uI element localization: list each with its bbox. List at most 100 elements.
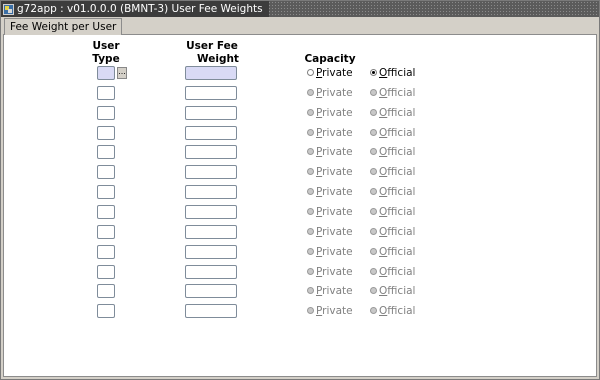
user-fee-weight-field[interactable] xyxy=(185,66,237,80)
capacity-private-label: Private xyxy=(316,305,353,317)
capacity-official-radio[interactable] xyxy=(370,109,377,116)
user-type-field[interactable] xyxy=(97,185,115,199)
capacity-official-label: Official xyxy=(379,87,416,99)
capacity-private-radio[interactable] xyxy=(307,69,314,76)
capacity-private-radio[interactable] xyxy=(307,228,314,235)
capacity-private-radio[interactable] xyxy=(307,307,314,314)
capacity-official-label: Official xyxy=(379,186,416,198)
user-type-field[interactable] xyxy=(97,225,115,239)
capacity-official-radio[interactable] xyxy=(370,248,377,255)
capacity-private-label: Private xyxy=(316,146,353,158)
table-row: Private Official xyxy=(4,106,596,121)
capacity-official-label: Official xyxy=(379,305,416,317)
capacity-official-label: Official xyxy=(379,67,416,79)
user-type-header-line2: Type xyxy=(92,53,120,65)
user-fee-weight-field[interactable] xyxy=(185,284,237,298)
capacity-official-radio[interactable] xyxy=(370,188,377,195)
user-fee-weight-field[interactable] xyxy=(185,185,237,199)
capacity-private-radio[interactable] xyxy=(307,129,314,136)
user-fee-weight-field[interactable] xyxy=(185,225,237,239)
capacity-private-label: Private xyxy=(316,87,353,99)
capacity-private-radio[interactable] xyxy=(307,109,314,116)
user-fee-weight-header-line1: User Fee xyxy=(186,40,238,52)
capacity-private-label: Private xyxy=(316,226,353,238)
capacity-private-radio[interactable] xyxy=(307,268,314,275)
user-type-field[interactable] xyxy=(97,106,115,120)
user-type-field[interactable] xyxy=(97,165,115,179)
table-row: Private Official xyxy=(4,145,596,160)
user-type-field[interactable] xyxy=(97,284,115,298)
capacity-official-label: Official xyxy=(379,127,416,139)
capacity-private-radio[interactable] xyxy=(307,208,314,215)
capacity-official-label: Official xyxy=(379,246,416,258)
table-row: Private Official xyxy=(4,225,596,240)
capacity-official-label: Official xyxy=(379,266,416,278)
table-row: Private Official xyxy=(4,205,596,220)
user-type-field[interactable] xyxy=(97,86,115,100)
table-row: Private Official xyxy=(4,86,596,101)
capacity-official-label: Official xyxy=(379,146,416,158)
user-fee-weight-header: User Fee Weight xyxy=(184,40,240,66)
user-type-field[interactable] xyxy=(97,145,115,159)
capacity-official-label: Official xyxy=(379,206,416,218)
capacity-private-radio[interactable] xyxy=(307,168,314,175)
capacity-private-radio[interactable] xyxy=(307,248,314,255)
capacity-official-label: Official xyxy=(379,107,416,119)
table-row: Private Official xyxy=(4,265,596,280)
capacity-official-radio[interactable] xyxy=(370,208,377,215)
capacity-official-radio[interactable] xyxy=(370,69,377,76)
capacity-official-radio[interactable] xyxy=(370,268,377,275)
capacity-official-radio[interactable] xyxy=(370,168,377,175)
capacity-official-label: Official xyxy=(379,226,416,238)
capacity-private-radio[interactable] xyxy=(307,287,314,294)
table-row: Private Official xyxy=(4,245,596,260)
app-window: g72app : v01.0.0.0 (BMNT-3) User Fee Wei… xyxy=(0,0,600,380)
user-fee-weight-field[interactable] xyxy=(185,165,237,179)
capacity-official-radio[interactable] xyxy=(370,129,377,136)
table-row: Private Official xyxy=(4,185,596,200)
capacity-official-radio[interactable] xyxy=(370,89,377,96)
title-bar: g72app : v01.0.0.0 (BMNT-3) User Fee Wei… xyxy=(1,1,599,17)
capacity-private-label: Private xyxy=(316,166,353,178)
user-type-header: User Type xyxy=(92,40,120,66)
capacity-official-radio[interactable] xyxy=(370,287,377,294)
capacity-official-label: Official xyxy=(379,285,416,297)
capacity-private-radio[interactable] xyxy=(307,89,314,96)
user-fee-weight-field[interactable] xyxy=(185,245,237,259)
capacity-private-radio[interactable] xyxy=(307,148,314,155)
table-row: Private Official xyxy=(4,165,596,180)
user-fee-weight-header-line2: Weight xyxy=(197,53,239,65)
capacity-private-label: Private xyxy=(316,186,353,198)
capacity-official-radio[interactable] xyxy=(370,228,377,235)
title-box: g72app : v01.0.0.0 (BMNT-3) User Fee Wei… xyxy=(1,1,269,17)
tab-fee-weight-per-user[interactable]: Fee Weight per User xyxy=(4,18,123,35)
capacity-private-radio[interactable] xyxy=(307,188,314,195)
capacity-official-radio[interactable] xyxy=(370,148,377,155)
capacity-private-label: Private xyxy=(316,285,353,297)
user-type-field[interactable] xyxy=(97,245,115,259)
capacity-header: Capacity xyxy=(304,53,356,65)
capacity-private-label: Private xyxy=(316,67,353,79)
capacity-private-label: Private xyxy=(316,127,353,139)
capacity-official-radio[interactable] xyxy=(370,307,377,314)
user-fee-weight-field[interactable] xyxy=(185,304,237,318)
user-fee-weight-field[interactable] xyxy=(185,126,237,140)
user-fee-weight-field[interactable] xyxy=(185,106,237,120)
table-row: ... Private Official xyxy=(4,66,596,81)
lov-button[interactable]: ... xyxy=(117,67,127,79)
user-fee-weight-field[interactable] xyxy=(185,265,237,279)
capacity-private-label: Private xyxy=(316,206,353,218)
app-icon xyxy=(3,3,14,15)
user-type-field[interactable] xyxy=(97,126,115,140)
user-type-field[interactable] xyxy=(97,205,115,219)
user-type-field[interactable] xyxy=(97,304,115,318)
user-fee-weight-field[interactable] xyxy=(185,86,237,100)
user-type-field[interactable] xyxy=(97,265,115,279)
user-fee-weight-field[interactable] xyxy=(185,205,237,219)
capacity-private-label: Private xyxy=(316,107,353,119)
capacity-private-label: Private xyxy=(316,246,353,258)
user-fee-weight-field[interactable] xyxy=(185,145,237,159)
user-type-field[interactable] xyxy=(97,66,115,80)
fee-weight-panel: User Type User Fee Weight Capacity ... Pr… xyxy=(3,34,597,377)
table-row: Private Official xyxy=(4,126,596,141)
